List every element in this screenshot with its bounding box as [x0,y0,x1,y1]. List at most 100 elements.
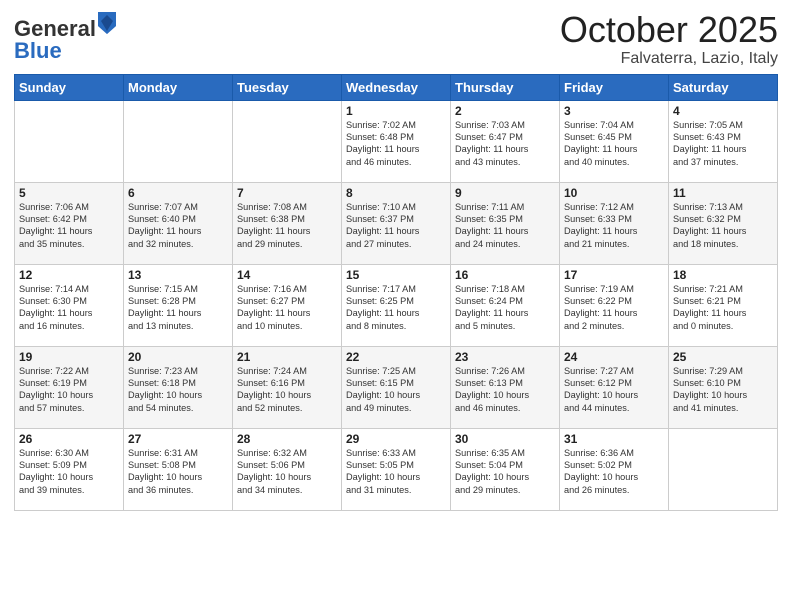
day-cell-3-3: 22Sunrise: 7:25 AM Sunset: 6:15 PM Dayli… [342,346,451,428]
day-number: 5 [19,186,119,200]
day-number: 11 [673,186,773,200]
day-cell-4-4: 30Sunrise: 6:35 AM Sunset: 5:04 PM Dayli… [451,428,560,510]
day-info: Sunrise: 7:24 AM Sunset: 6:16 PM Dayligh… [237,365,337,415]
day-cell-3-5: 24Sunrise: 7:27 AM Sunset: 6:12 PM Dayli… [560,346,669,428]
day-info: Sunrise: 7:17 AM Sunset: 6:25 PM Dayligh… [346,283,446,333]
day-number: 4 [673,104,773,118]
day-number: 16 [455,268,555,282]
day-info: Sunrise: 7:03 AM Sunset: 6:47 PM Dayligh… [455,119,555,169]
day-number: 12 [19,268,119,282]
month-title: October 2025 [560,10,778,50]
day-info: Sunrise: 7:02 AM Sunset: 6:48 PM Dayligh… [346,119,446,169]
day-number: 20 [128,350,228,364]
day-cell-4-6 [669,428,778,510]
day-number: 28 [237,432,337,446]
day-info: Sunrise: 7:10 AM Sunset: 6:37 PM Dayligh… [346,201,446,251]
day-info: Sunrise: 7:27 AM Sunset: 6:12 PM Dayligh… [564,365,664,415]
day-cell-0-1 [124,100,233,182]
day-cell-3-2: 21Sunrise: 7:24 AM Sunset: 6:16 PM Dayli… [233,346,342,428]
day-cell-4-0: 26Sunrise: 6:30 AM Sunset: 5:09 PM Dayli… [15,428,124,510]
day-number: 2 [455,104,555,118]
day-info: Sunrise: 7:19 AM Sunset: 6:22 PM Dayligh… [564,283,664,333]
calendar: Sunday Monday Tuesday Wednesday Thursday… [14,74,778,511]
day-info: Sunrise: 7:07 AM Sunset: 6:40 PM Dayligh… [128,201,228,251]
day-cell-1-1: 6Sunrise: 7:07 AM Sunset: 6:40 PM Daylig… [124,182,233,264]
day-cell-0-0 [15,100,124,182]
day-number: 9 [455,186,555,200]
week-row-2: 5Sunrise: 7:06 AM Sunset: 6:42 PM Daylig… [15,182,778,264]
day-cell-1-3: 8Sunrise: 7:10 AM Sunset: 6:37 PM Daylig… [342,182,451,264]
day-info: Sunrise: 6:35 AM Sunset: 5:04 PM Dayligh… [455,447,555,497]
day-number: 6 [128,186,228,200]
col-saturday: Saturday [669,74,778,100]
day-info: Sunrise: 7:06 AM Sunset: 6:42 PM Dayligh… [19,201,119,251]
day-cell-1-6: 11Sunrise: 7:13 AM Sunset: 6:32 PM Dayli… [669,182,778,264]
week-row-3: 12Sunrise: 7:14 AM Sunset: 6:30 PM Dayli… [15,264,778,346]
day-number: 18 [673,268,773,282]
calendar-header-row: Sunday Monday Tuesday Wednesday Thursday… [15,74,778,100]
col-friday: Friday [560,74,669,100]
day-cell-2-0: 12Sunrise: 7:14 AM Sunset: 6:30 PM Dayli… [15,264,124,346]
day-number: 7 [237,186,337,200]
day-info: Sunrise: 7:18 AM Sunset: 6:24 PM Dayligh… [455,283,555,333]
day-info: Sunrise: 6:30 AM Sunset: 5:09 PM Dayligh… [19,447,119,497]
day-cell-0-6: 4Sunrise: 7:05 AM Sunset: 6:43 PM Daylig… [669,100,778,182]
week-row-1: 1Sunrise: 7:02 AM Sunset: 6:48 PM Daylig… [15,100,778,182]
title-block: October 2025 Falvaterra, Lazio, Italy [560,10,778,68]
day-number: 31 [564,432,664,446]
day-cell-3-1: 20Sunrise: 7:23 AM Sunset: 6:18 PM Dayli… [124,346,233,428]
day-info: Sunrise: 6:33 AM Sunset: 5:05 PM Dayligh… [346,447,446,497]
day-info: Sunrise: 6:36 AM Sunset: 5:02 PM Dayligh… [564,447,664,497]
day-info: Sunrise: 7:11 AM Sunset: 6:35 PM Dayligh… [455,201,555,251]
page: General Blue October 2025 Falvaterra, La… [0,0,792,612]
day-cell-1-4: 9Sunrise: 7:11 AM Sunset: 6:35 PM Daylig… [451,182,560,264]
header: General Blue October 2025 Falvaterra, La… [14,10,778,68]
day-info: Sunrise: 7:26 AM Sunset: 6:13 PM Dayligh… [455,365,555,415]
day-number: 14 [237,268,337,282]
day-info: Sunrise: 7:15 AM Sunset: 6:28 PM Dayligh… [128,283,228,333]
logo: General Blue [14,14,116,62]
day-cell-2-1: 13Sunrise: 7:15 AM Sunset: 6:28 PM Dayli… [124,264,233,346]
day-info: Sunrise: 7:22 AM Sunset: 6:19 PM Dayligh… [19,365,119,415]
day-cell-4-1: 27Sunrise: 6:31 AM Sunset: 5:08 PM Dayli… [124,428,233,510]
day-cell-2-3: 15Sunrise: 7:17 AM Sunset: 6:25 PM Dayli… [342,264,451,346]
day-info: Sunrise: 7:23 AM Sunset: 6:18 PM Dayligh… [128,365,228,415]
week-row-5: 26Sunrise: 6:30 AM Sunset: 5:09 PM Dayli… [15,428,778,510]
logo-blue: Blue [14,38,62,63]
day-number: 1 [346,104,446,118]
day-cell-0-4: 2Sunrise: 7:03 AM Sunset: 6:47 PM Daylig… [451,100,560,182]
day-cell-4-3: 29Sunrise: 6:33 AM Sunset: 5:05 PM Dayli… [342,428,451,510]
col-sunday: Sunday [15,74,124,100]
day-number: 13 [128,268,228,282]
day-number: 23 [455,350,555,364]
day-cell-3-0: 19Sunrise: 7:22 AM Sunset: 6:19 PM Dayli… [15,346,124,428]
day-info: Sunrise: 7:21 AM Sunset: 6:21 PM Dayligh… [673,283,773,333]
col-wednesday: Wednesday [342,74,451,100]
logo-icon [98,12,116,34]
col-monday: Monday [124,74,233,100]
day-info: Sunrise: 7:25 AM Sunset: 6:15 PM Dayligh… [346,365,446,415]
day-number: 27 [128,432,228,446]
day-cell-0-2 [233,100,342,182]
day-number: 30 [455,432,555,446]
day-number: 10 [564,186,664,200]
day-number: 21 [237,350,337,364]
day-cell-1-2: 7Sunrise: 7:08 AM Sunset: 6:38 PM Daylig… [233,182,342,264]
day-cell-3-4: 23Sunrise: 7:26 AM Sunset: 6:13 PM Dayli… [451,346,560,428]
day-info: Sunrise: 7:14 AM Sunset: 6:30 PM Dayligh… [19,283,119,333]
day-cell-2-4: 16Sunrise: 7:18 AM Sunset: 6:24 PM Dayli… [451,264,560,346]
col-tuesday: Tuesday [233,74,342,100]
day-number: 24 [564,350,664,364]
day-cell-2-5: 17Sunrise: 7:19 AM Sunset: 6:22 PM Dayli… [560,264,669,346]
day-info: Sunrise: 6:32 AM Sunset: 5:06 PM Dayligh… [237,447,337,497]
day-cell-0-5: 3Sunrise: 7:04 AM Sunset: 6:45 PM Daylig… [560,100,669,182]
day-cell-2-2: 14Sunrise: 7:16 AM Sunset: 6:27 PM Dayli… [233,264,342,346]
day-cell-3-6: 25Sunrise: 7:29 AM Sunset: 6:10 PM Dayli… [669,346,778,428]
day-info: Sunrise: 7:29 AM Sunset: 6:10 PM Dayligh… [673,365,773,415]
col-thursday: Thursday [451,74,560,100]
day-cell-1-0: 5Sunrise: 7:06 AM Sunset: 6:42 PM Daylig… [15,182,124,264]
day-number: 29 [346,432,446,446]
day-cell-0-3: 1Sunrise: 7:02 AM Sunset: 6:48 PM Daylig… [342,100,451,182]
day-number: 3 [564,104,664,118]
day-info: Sunrise: 7:16 AM Sunset: 6:27 PM Dayligh… [237,283,337,333]
